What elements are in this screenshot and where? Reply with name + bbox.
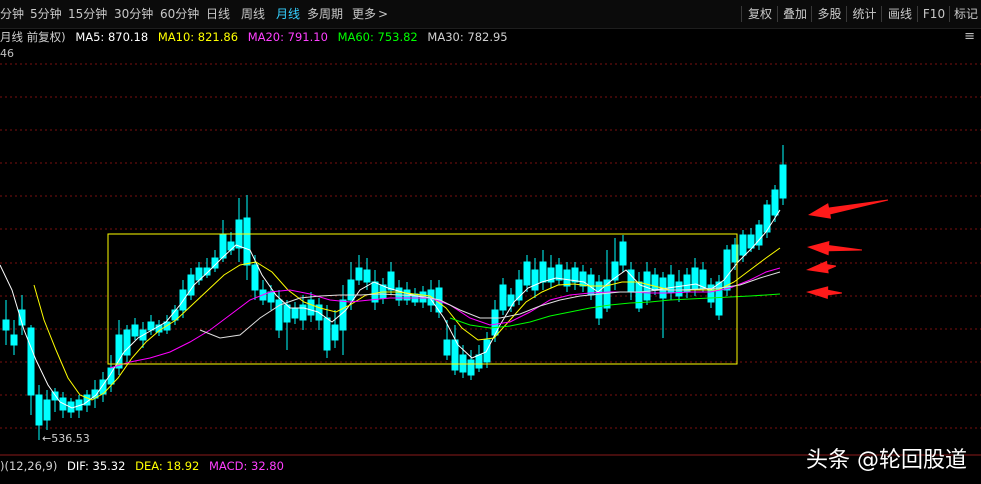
candle-body-3 (27, 327, 35, 396)
candle-body-56 (451, 339, 459, 371)
candle-body-71 (571, 267, 579, 283)
candle-body-62 (499, 284, 507, 311)
candlestick-chart (0, 63, 981, 456)
candle-body-81 (651, 274, 659, 291)
candle-body-30 (243, 217, 251, 266)
candle-body-5 (43, 399, 51, 421)
watermark: 头条 @轮回股道 (806, 448, 967, 473)
candle-body-55 (443, 339, 451, 356)
macd-dea: DEA: 18.92 (135, 459, 200, 473)
candle-body-80 (643, 271, 651, 301)
candle-body-48 (387, 271, 395, 291)
candle-body-86 (691, 267, 699, 291)
red-arrow-1 (807, 241, 862, 256)
ma10-line (33, 247, 781, 401)
candle-body-37 (299, 304, 307, 321)
candle-body-70 (563, 269, 571, 287)
candle-body-89 (715, 281, 723, 316)
candle-body-67 (539, 261, 547, 283)
candle-body-77 (619, 241, 627, 266)
macd-legend: )(12,26,9) DIF: 35.32 DEA: 18.92 MACD: 3… (0, 459, 290, 473)
candle-body-87 (699, 269, 707, 289)
candle-body-92 (739, 234, 747, 256)
candle-body-31 (251, 264, 259, 291)
candle-body-0 (2, 319, 10, 331)
candle-body-1 (10, 334, 18, 346)
candle-body-44 (355, 267, 363, 281)
candle-body-97 (779, 164, 787, 199)
macd-value: MACD: 32.80 (209, 459, 284, 473)
candle-body-41 (331, 324, 339, 341)
macd-params: )(12,26,9) (0, 459, 58, 473)
candle-body-43 (347, 279, 355, 301)
candle-body-36 (291, 307, 299, 319)
candle-body-66 (531, 269, 539, 291)
candle-body-65 (523, 261, 531, 286)
candle-body-45 (363, 269, 371, 283)
red-arrow-0 (808, 199, 889, 219)
red-arrow-3 (806, 286, 842, 299)
candle-body-58 (467, 359, 475, 376)
candle-body-59 (475, 354, 483, 369)
candle-body-33 (267, 291, 275, 303)
macd-dif: DIF: 35.32 (67, 459, 126, 473)
candle-body-38 (307, 299, 315, 316)
low-price-label: ←536.53 (42, 432, 90, 445)
candle-body-4 (35, 394, 43, 426)
candle-body-74 (595, 281, 603, 319)
candle-body-6 (51, 391, 59, 401)
candle-body-84 (675, 281, 683, 297)
candle-body-96 (771, 189, 779, 216)
candle-body-16 (131, 324, 139, 337)
candle-body-40 (323, 317, 331, 351)
candle-body-28 (227, 241, 235, 251)
candle-body-72 (579, 271, 587, 287)
